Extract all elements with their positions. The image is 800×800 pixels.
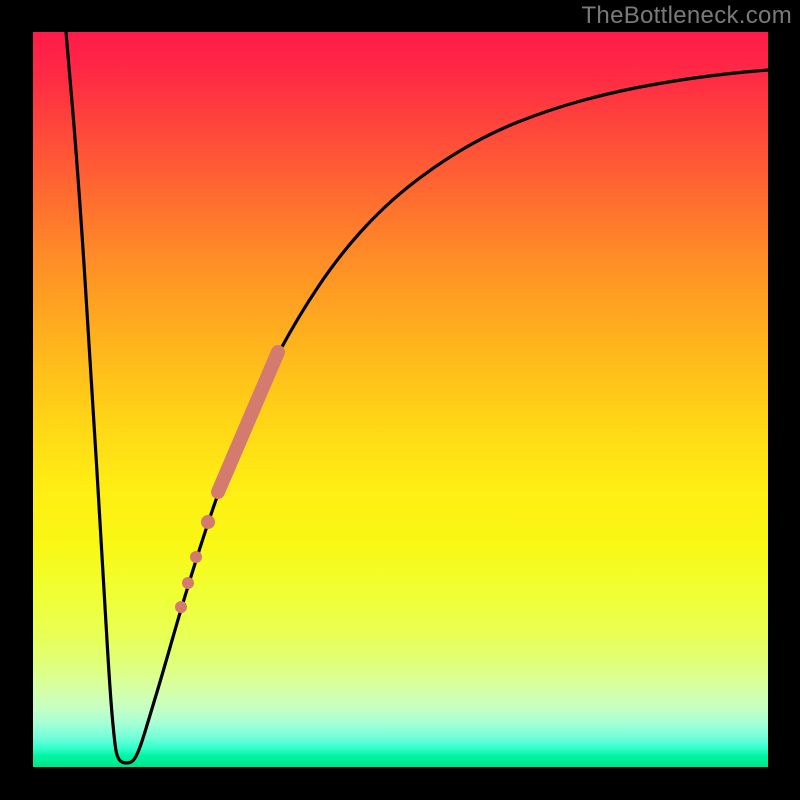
curve-svg bbox=[33, 32, 768, 767]
highlight-dot bbox=[201, 515, 215, 529]
highlight-dot bbox=[175, 601, 187, 613]
highlight-segment bbox=[218, 352, 278, 492]
highlight-dot bbox=[190, 551, 202, 563]
highlight-dot bbox=[182, 577, 194, 589]
bottleneck-curve bbox=[66, 32, 768, 763]
watermark-text: TheBottleneck.com bbox=[581, 2, 792, 30]
plot-area bbox=[33, 32, 768, 767]
chart-frame: TheBottleneck.com bbox=[0, 0, 800, 800]
